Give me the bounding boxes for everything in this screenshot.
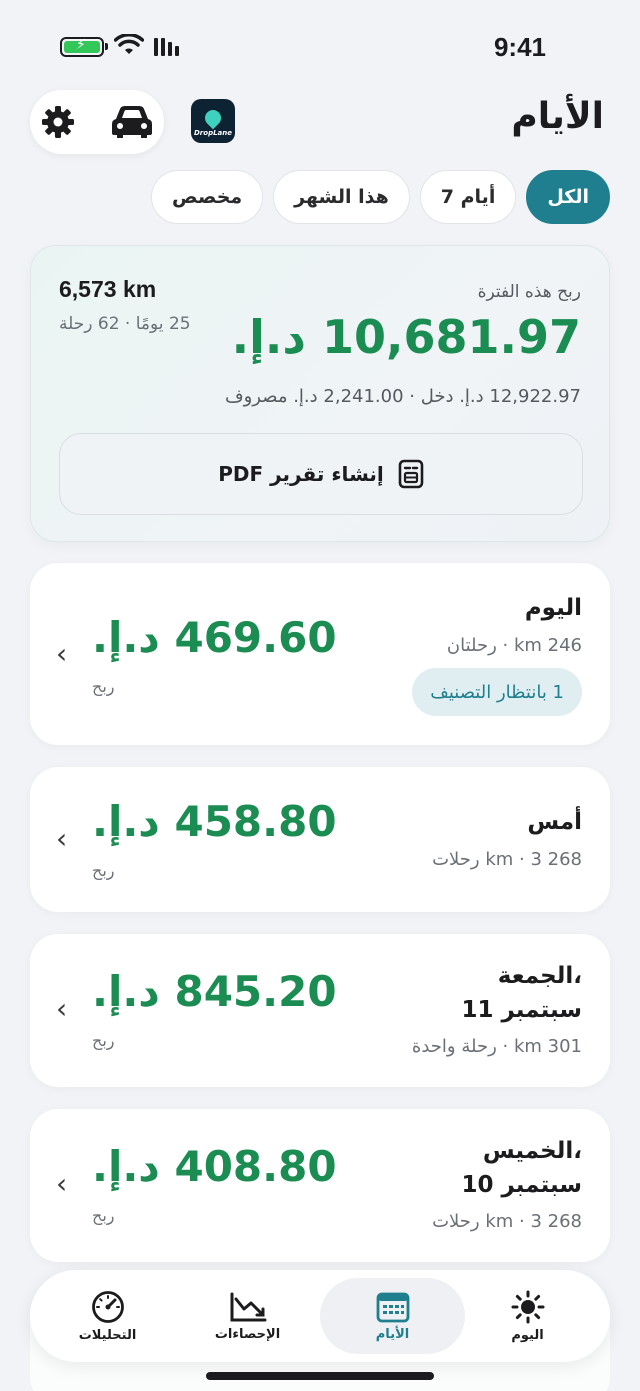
period-distance: 6,573 km bbox=[59, 276, 157, 302]
day-profit-label: ربح bbox=[92, 861, 115, 880]
filter-chip-7-days[interactable]: 7 أيام bbox=[419, 170, 517, 224]
car-icon bbox=[112, 106, 152, 138]
status-time: 9:41 bbox=[493, 32, 546, 62]
period-summary-card: ربح هذه الفترة 10,681.97 د.إ. 6,573 km 2… bbox=[30, 245, 610, 542]
day-title-line1: الخميس، bbox=[482, 1138, 582, 1164]
period-income-expense: 12,922.97 د.إ. دخل · 2,241.00 د.إ. مصروف bbox=[224, 386, 581, 407]
chevron-left-icon: ‹ bbox=[56, 637, 68, 670]
header-actions bbox=[30, 90, 164, 154]
day-distance-trips: 268 km · 3 رحلات bbox=[432, 849, 582, 870]
day-profit-amount: 845.20 د.إ. bbox=[92, 967, 337, 1016]
day-card-thursday-sep-10[interactable]: الخميس، 10 سبتمبر 268 km · 3 رحلات 408.8… bbox=[30, 1109, 610, 1262]
wifi-icon bbox=[113, 33, 145, 60]
gauge-icon bbox=[91, 1290, 124, 1323]
generate-pdf-report-button[interactable]: إنشاء تقرير PDF bbox=[59, 433, 583, 515]
day-profit-amount: 469.60 د.إ. bbox=[92, 613, 337, 662]
vehicle-button[interactable] bbox=[110, 104, 154, 140]
period-profit-amount: 10,681.97 د.إ. bbox=[231, 310, 581, 364]
day-card-yesterday[interactable]: أمس 268 km · 3 رحلات 458.80 د.إ. ربح ‹ bbox=[30, 767, 610, 912]
day-title: اليوم bbox=[524, 595, 582, 621]
tab-today[interactable]: اليوم bbox=[455, 1278, 600, 1354]
bottom-tab-bar: اليوم الأيام الإحصاءات التحليلات bbox=[30, 1270, 610, 1362]
day-distance-trips: 268 km · 3 رحلات bbox=[432, 1211, 582, 1232]
day-profit-amount: 458.80 د.إ. bbox=[92, 797, 337, 846]
filter-chip-custom[interactable]: مخصص bbox=[151, 170, 264, 224]
period-days-trips: 25 يومًا · 62 رحلة bbox=[59, 314, 191, 334]
chevron-left-icon: ‹ bbox=[56, 1167, 68, 1200]
page-title: الأيام bbox=[511, 96, 604, 137]
day-profit-amount: 408.80 د.إ. bbox=[92, 1142, 337, 1191]
day-title-line2: 11 سبتمبر bbox=[461, 997, 582, 1023]
app-logo: DropLane bbox=[191, 99, 235, 143]
period-profit-label: ربح هذه الفترة bbox=[477, 282, 581, 302]
settings-button[interactable] bbox=[40, 104, 76, 140]
filter-chip-this-month[interactable]: هذا الشهر bbox=[273, 170, 410, 224]
chevron-left-icon: ‹ bbox=[56, 822, 68, 855]
gear-icon bbox=[42, 106, 74, 138]
pending-classification-badge[interactable]: 1 بانتظار التصنيف bbox=[412, 668, 582, 716]
tab-days[interactable]: الأيام bbox=[320, 1278, 465, 1354]
tab-analytics[interactable]: التحليلات bbox=[35, 1278, 180, 1354]
chevron-left-icon: ‹ bbox=[56, 992, 68, 1025]
day-distance-trips: 246 km · رحلتان bbox=[446, 635, 582, 656]
day-profit-label: ربح bbox=[92, 1031, 115, 1050]
day-title-line1: الجمعة، bbox=[497, 963, 582, 989]
period-filter: الكل 7 أيام هذا الشهر مخصص bbox=[151, 170, 610, 224]
tab-statistics[interactable]: الإحصاءات bbox=[175, 1278, 320, 1354]
chart-icon bbox=[230, 1292, 266, 1321]
report-icon bbox=[398, 459, 424, 489]
calendar-icon bbox=[376, 1292, 409, 1322]
battery-icon: ⚡ bbox=[60, 37, 108, 57]
day-title: أمس bbox=[527, 809, 582, 835]
day-profit-label: ربح bbox=[92, 1206, 115, 1225]
day-distance-trips: 301 km · رحلة واحدة bbox=[411, 1036, 582, 1057]
map-pin-icon bbox=[201, 106, 225, 129]
day-title-line2: 10 سبتمبر bbox=[461, 1172, 582, 1198]
day-profit-label: ربح bbox=[92, 677, 115, 696]
sun-icon bbox=[511, 1290, 544, 1323]
day-card-friday-sep-11[interactable]: الجمعة، 11 سبتمبر 301 km · رحلة واحدة 84… bbox=[30, 934, 610, 1087]
home-indicator bbox=[206, 1372, 434, 1380]
day-card-today[interactable]: اليوم 246 km · رحلتان 1 بانتظار التصنيف … bbox=[30, 563, 610, 745]
cellular-signal-icon bbox=[154, 38, 179, 56]
filter-chip-all[interactable]: الكل bbox=[526, 170, 610, 224]
